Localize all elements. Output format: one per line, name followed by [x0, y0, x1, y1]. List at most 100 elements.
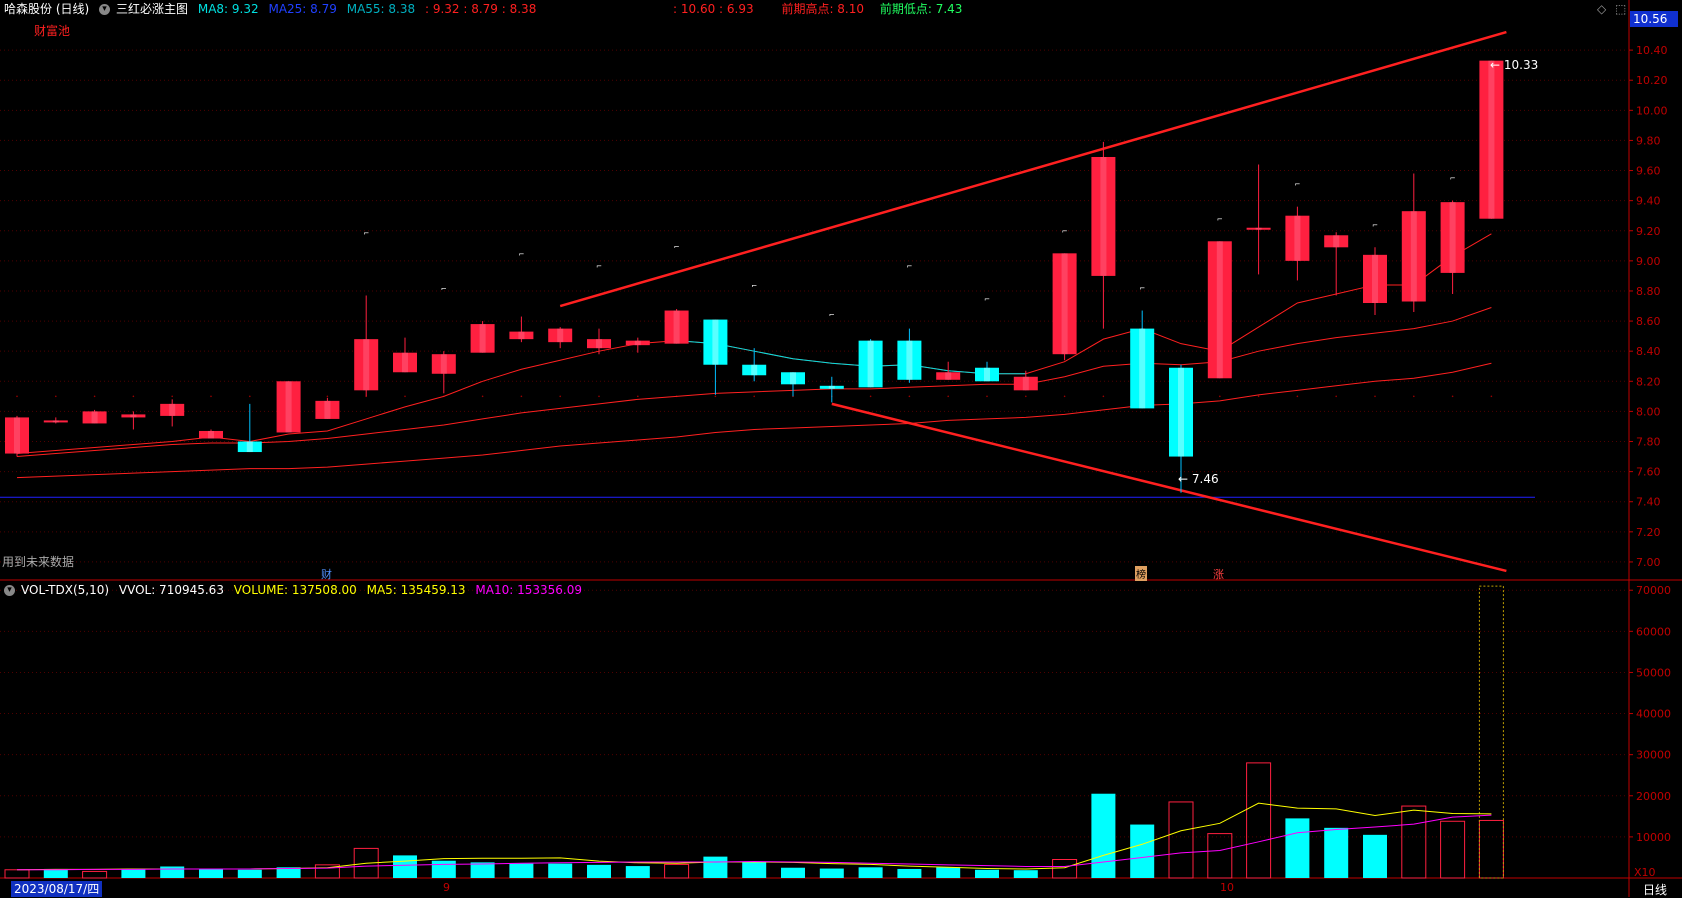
day-dot — [986, 395, 988, 398]
candle-highlight — [440, 354, 447, 374]
prev-low: 前期低点: 7.43 — [879, 2, 963, 16]
volume-tick-label: 10000 — [1636, 831, 1671, 844]
volume-bar — [470, 862, 495, 878]
volume-tick-label: 50000 — [1636, 666, 1671, 679]
candle-highlight — [363, 339, 370, 391]
stock-name[interactable]: 哈森股份 (日线) — [4, 2, 89, 16]
price-tick-label: 8.80 — [1636, 285, 1661, 298]
price-tick-label: 10.00 — [1636, 104, 1668, 117]
price-tick-label: 9.80 — [1636, 134, 1661, 147]
range-header: : 10.60 : 6.93 前期高点: 8.10 前期低点: 7.43 — [673, 0, 968, 18]
volume-title[interactable]: VOL-TDX(5,10) — [21, 583, 109, 597]
volume-bar — [936, 867, 961, 878]
signal-mark: ⌐ — [1372, 221, 1378, 229]
candle-highlight — [1100, 156, 1107, 276]
volume-bar — [1207, 833, 1233, 879]
volume-bar — [1013, 870, 1038, 878]
day-dot — [132, 395, 135, 398]
signal-mark: ⌐ — [1217, 215, 1223, 223]
candle-highlight — [828, 385, 835, 389]
day-dot — [637, 395, 639, 398]
volume-bar — [1324, 827, 1349, 878]
cursor-date: 2023/08/17/四 — [11, 881, 103, 897]
price-tick-label: 10.40 — [1636, 44, 1668, 57]
expand-icon[interactable]: ⬚ — [1615, 2, 1626, 16]
volume-bar — [858, 867, 883, 878]
ma10-label: MA10: 153356.09 — [475, 583, 582, 597]
day-dot — [1025, 395, 1027, 398]
volume-max-bar — [1478, 585, 1504, 879]
ma25-line — [16, 307, 1492, 458]
period-tab[interactable]: 日线 — [1643, 881, 1667, 898]
day-dot — [869, 395, 872, 398]
day-dot — [404, 395, 406, 398]
volume-tick-label: 60000 — [1636, 625, 1671, 638]
candle-highlight — [246, 441, 253, 453]
candle-highlight — [673, 310, 680, 344]
volume-bar — [625, 866, 650, 878]
price-tick-label: 7.40 — [1636, 496, 1661, 509]
month-sep-9: 9 — [443, 881, 450, 894]
low-price-label: ← 7.46 — [1178, 472, 1219, 486]
price-tick-label: 8.00 — [1636, 405, 1661, 418]
day-dot — [1374, 395, 1376, 398]
candle-highlight — [1255, 227, 1262, 230]
candle-highlight — [1372, 254, 1378, 304]
marker-zhang[interactable]: 涨 — [1213, 566, 1224, 582]
candle-highlight — [1022, 376, 1029, 391]
marker-bang[interactable]: 榜 — [1135, 566, 1147, 581]
formula-name[interactable]: 三红必涨主图 — [116, 2, 188, 16]
signal-mark: ⌐ — [829, 311, 835, 319]
ma55-label: MA55: 8.38 — [346, 2, 416, 16]
current-price-box: 10.56 — [1630, 11, 1678, 27]
day-dot — [559, 395, 561, 398]
volume-bar — [160, 866, 185, 878]
candle-highlight — [984, 367, 990, 382]
ma25-label: MA25: 8.79 — [268, 2, 337, 16]
day-dot — [1257, 395, 1260, 398]
volume-bar — [1363, 834, 1387, 878]
marker-cai[interactable]: 财 — [321, 566, 332, 582]
candle-highlight — [130, 414, 137, 418]
ma8-label: MA8: 9.32 — [197, 2, 259, 16]
price-tick-label: 7.00 — [1636, 556, 1661, 569]
day-dot — [481, 395, 484, 398]
candle-highlight — [596, 339, 602, 349]
day-dot — [171, 395, 173, 398]
volume-bar — [43, 868, 68, 878]
volume-bar — [1168, 801, 1194, 879]
volume-bar — [548, 863, 573, 878]
candle-highlight — [1410, 211, 1417, 302]
day-dot — [16, 395, 18, 398]
candle-highlight — [634, 340, 641, 346]
volume-label: VOLUME: 137508.00 — [233, 583, 357, 597]
candle-highlight — [945, 372, 952, 380]
ma8-line — [16, 233, 1492, 455]
volume-bar — [1052, 859, 1078, 879]
diamond-icon[interactable]: ◇ — [1597, 2, 1606, 16]
volume-tick-label: 40000 — [1636, 708, 1671, 721]
volume-tick-label: 70000 — [1636, 584, 1671, 597]
day-dot — [1335, 395, 1337, 398]
volume-bar — [897, 868, 922, 878]
price-tick-label: 9.40 — [1636, 195, 1661, 208]
volume-bar — [82, 870, 108, 879]
day-dot — [1219, 395, 1221, 398]
volume-multiplier: X10 — [1634, 866, 1656, 879]
signal-mark: ⌐ — [596, 263, 602, 271]
candle-highlight — [1488, 60, 1495, 219]
candle-highlight — [1216, 241, 1223, 379]
formula-dropdown-icon[interactable]: ▾ — [99, 4, 111, 15]
month-sep-10: 10 — [1220, 881, 1234, 894]
candle-highlight — [518, 331, 525, 340]
candle-highlight — [1294, 215, 1301, 261]
low-price-value: 7.46 — [1191, 472, 1219, 486]
signal-mark: ⌐ — [441, 285, 447, 293]
candle-highlight — [479, 324, 486, 353]
volume-bar — [742, 862, 767, 878]
signal-mark: ⌐ — [1062, 227, 1068, 235]
price-tick-label: 7.80 — [1636, 436, 1661, 449]
volume-bar — [1478, 819, 1504, 879]
candle-highlight — [14, 417, 20, 454]
volume-dropdown-icon[interactable]: ▾ — [4, 585, 15, 596]
